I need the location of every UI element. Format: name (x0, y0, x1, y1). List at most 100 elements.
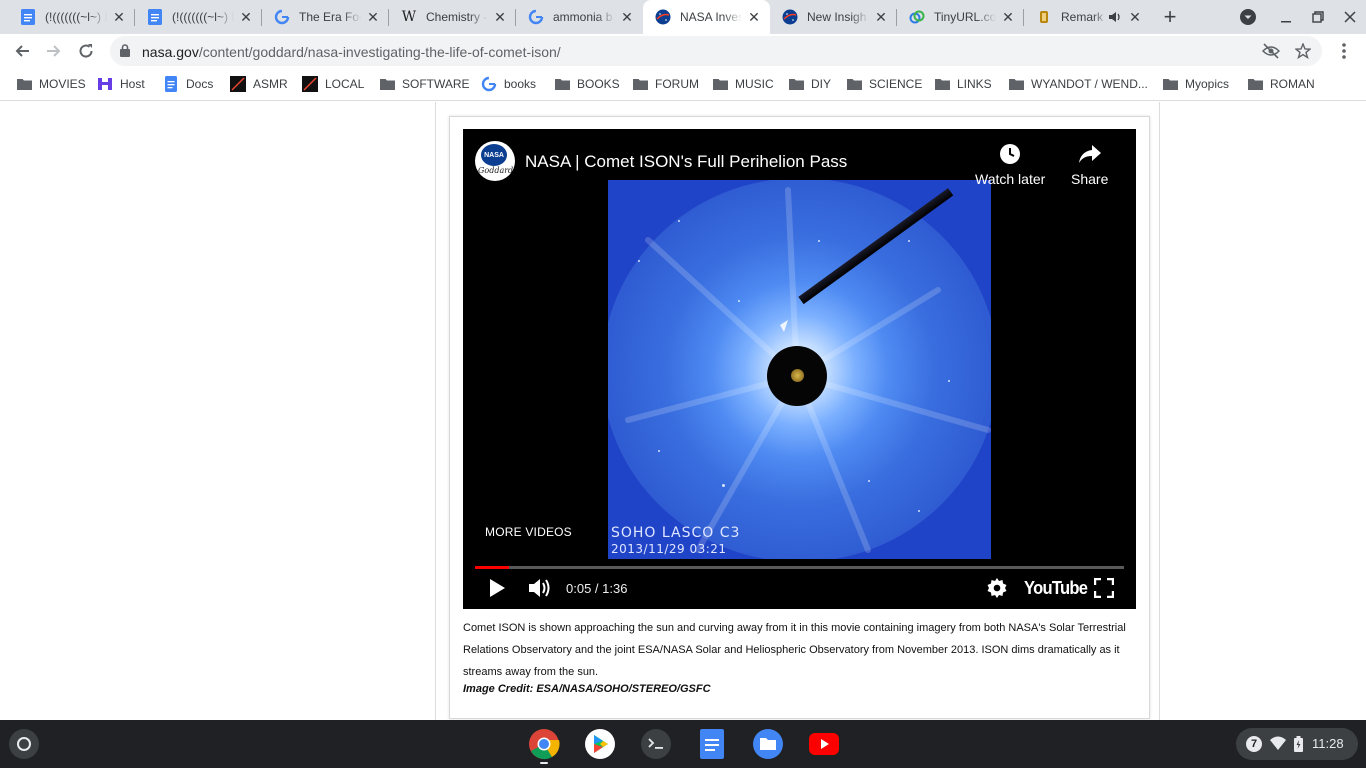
bookmark-docs[interactable]: Docs (163, 76, 213, 92)
notification-count-badge[interactable]: 7 (1246, 736, 1262, 752)
close-icon[interactable]: ✕ (619, 9, 635, 25)
more-videos-button[interactable]: MORE VIDEOS (485, 525, 572, 539)
folder-icon (16, 76, 32, 92)
tab-ammonia[interactable]: ammonia b ✕ (516, 0, 643, 34)
fullscreen-button[interactable] (1092, 576, 1116, 600)
kebab-menu-icon (1342, 43, 1346, 59)
close-icon[interactable]: ✕ (1127, 9, 1143, 25)
menu-button[interactable] (1330, 37, 1358, 65)
address-bar[interactable]: nasa.gov/content/goddard/nasa-investigat… (110, 36, 1322, 66)
eye-off-icon[interactable] (1262, 42, 1280, 60)
bookmarks-bar: MOVIES Host Docs ASMR LOCAL SOFTWARE boo… (0, 68, 1366, 101)
bookmark-forum[interactable]: FORUM (632, 76, 699, 92)
tab-title: ammonia b (553, 10, 613, 24)
url-text[interactable]: nasa.gov/content/goddard/nasa-investigat… (142, 44, 561, 60)
close-icon[interactable]: ✕ (365, 9, 381, 25)
bookmark-movies[interactable]: MOVIES (16, 76, 86, 92)
tab-new-insight[interactable]: New Insigh ✕ (770, 0, 897, 34)
close-icon[interactable]: ✕ (873, 9, 889, 25)
progress-played (475, 566, 509, 569)
launcher-button[interactable] (8, 728, 40, 760)
status-tray[interactable]: 7 11:28 (1236, 728, 1358, 760)
lock-icon[interactable] (120, 44, 130, 62)
progress-bar[interactable] (475, 566, 1124, 569)
close-icon[interactable]: ✕ (492, 9, 508, 25)
tab-strip: (!(((((((~l~) E ✕ (!(((((((~l~) E ✕ The … (0, 0, 1366, 34)
bookmark-links[interactable]: LINKS (934, 76, 992, 92)
bookmark-science[interactable]: SCIENCE (846, 76, 922, 92)
back-button[interactable] (8, 37, 36, 65)
tinyurl-icon (909, 9, 925, 25)
tab-remark[interactable]: Remark ✕ (1024, 0, 1151, 34)
shelf-app-play-store[interactable] (584, 728, 616, 760)
tab-title: (!(((((((~l~) E (172, 10, 234, 24)
bookmark-books[interactable]: BOOKS (554, 76, 620, 92)
star-icon[interactable] (1294, 42, 1312, 60)
launcher-circle-icon (9, 729, 39, 759)
mute-button[interactable] (527, 576, 553, 600)
shelf-app-chrome[interactable] (528, 728, 560, 760)
speaker-icon[interactable] (1107, 9, 1123, 25)
bookmark-local[interactable]: LOCAL (302, 76, 364, 92)
google-docs-icon (20, 9, 36, 25)
new-tab-button[interactable]: + (1158, 4, 1182, 29)
terminal-icon (641, 729, 671, 759)
channel-avatar[interactable]: NASA Goddard (475, 141, 515, 181)
tab-title: New Insigh (807, 10, 867, 24)
occulting-disk (767, 346, 827, 406)
close-icon[interactable]: ✕ (746, 9, 762, 25)
play-button[interactable] (485, 576, 509, 600)
bookmark-wyandot[interactable]: WYANDOT / WEND... (1008, 76, 1148, 92)
video-frame[interactable]: SOHO LASCO C3 2013/11/29 03:21 (608, 180, 991, 559)
nasa-meatball-logo: NASA (481, 144, 507, 166)
restore-button[interactable] (1306, 5, 1330, 29)
tab-title: TinyURL.co (934, 10, 996, 24)
shelf-app-files[interactable] (752, 728, 784, 760)
bookmark-asmr[interactable]: ASMR (230, 76, 288, 92)
tab-docs-1[interactable]: (!(((((((~l~) E ✕ (8, 0, 135, 34)
folder-icon (934, 76, 950, 92)
youtube-icon (809, 733, 839, 755)
youtube-player[interactable]: SOHO LASCO C3 2013/11/29 03:21 NASA Godd… (463, 129, 1136, 609)
bookmark-software[interactable]: SOFTWARE (379, 76, 470, 92)
folder-icon (1162, 76, 1178, 92)
time-display: 0:05 / 1:36 (566, 581, 628, 596)
local-icon (302, 76, 318, 92)
bookmark-books-google[interactable]: books (481, 76, 536, 92)
close-icon[interactable]: ✕ (238, 9, 254, 25)
watch-later-button[interactable]: Watch later (975, 141, 1045, 187)
image-credit: Image Credit: ESA/NASA/SOHO/STEREO/GSFC (463, 683, 711, 695)
bookmark-myopics[interactable]: Myopics (1162, 76, 1229, 92)
restore-icon (1312, 11, 1324, 23)
tab-tinyurl[interactable]: TinyURL.co ✕ (897, 0, 1024, 34)
tab-nasa-active[interactable]: NASA Inves ✕ (643, 0, 770, 34)
shelf-app-docs[interactable] (696, 728, 728, 760)
sun-marker (791, 369, 804, 382)
settings-button[interactable] (985, 576, 1009, 600)
bookmark-roman[interactable]: ROMAN (1247, 76, 1315, 92)
tab-chemistry[interactable]: W Chemistry - ✕ (389, 0, 516, 34)
bookmark-diy[interactable]: DIY (788, 76, 831, 92)
tab-search-button[interactable] (1236, 5, 1260, 29)
share-button[interactable]: Share (1071, 141, 1108, 187)
volume-icon (529, 579, 550, 597)
tab-title: (!(((((((~l~) E (45, 10, 107, 24)
forward-arrow-icon (47, 45, 61, 57)
fullscreen-icon (1094, 578, 1114, 598)
bookmark-host[interactable]: Host (97, 76, 145, 92)
shelf-app-youtube[interactable] (808, 728, 840, 760)
close-window-button[interactable] (1338, 5, 1362, 29)
close-icon[interactable]: ✕ (1000, 9, 1016, 25)
bookmark-music[interactable]: MUSIC (712, 76, 774, 92)
tab-docs-2[interactable]: (!(((((((~l~) E ✕ (135, 0, 262, 34)
minimize-button[interactable] (1274, 5, 1298, 29)
minimize-icon (1281, 21, 1291, 23)
close-icon[interactable]: ✕ (111, 9, 127, 25)
forward-button[interactable] (40, 37, 68, 65)
video-title[interactable]: NASA | Comet ISON's Full Perihelion Pass (525, 152, 847, 172)
shelf-app-terminal[interactable] (640, 728, 672, 760)
tab-title: NASA Inves (680, 10, 742, 24)
youtube-logo[interactable]: YouTube (1024, 578, 1088, 599)
tab-era[interactable]: The Era For ✕ (262, 0, 389, 34)
reload-button[interactable] (72, 37, 100, 65)
